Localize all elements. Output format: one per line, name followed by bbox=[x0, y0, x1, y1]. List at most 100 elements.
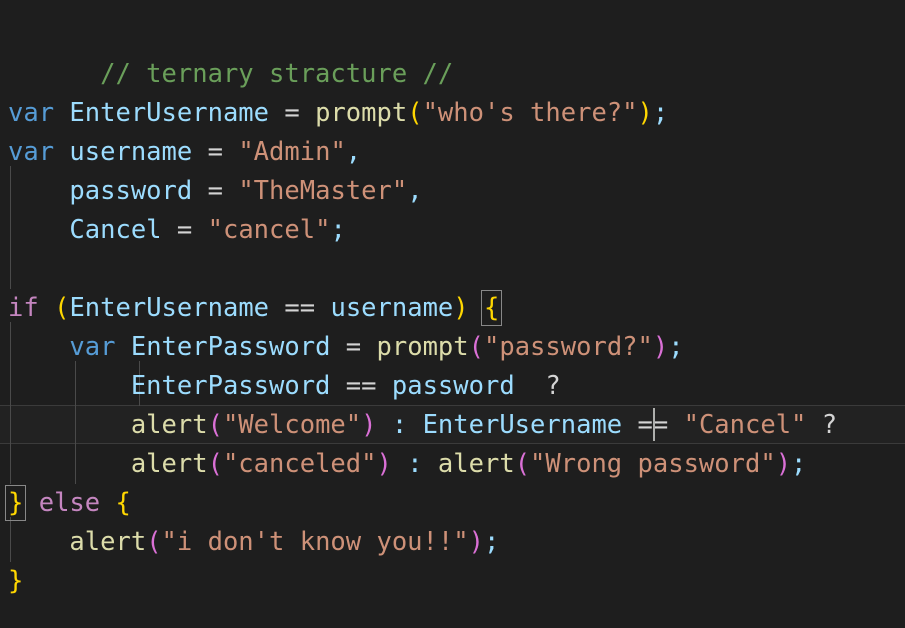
code-line-3[interactable]: var EnterUsername = prompt("who's there?… bbox=[0, 94, 905, 133]
string-cancel: "cancel" bbox=[207, 215, 331, 245]
operator-question: ? bbox=[821, 410, 838, 440]
paren-close: ) bbox=[468, 527, 484, 557]
paren-close: ) bbox=[652, 332, 669, 362]
operator-colon: : bbox=[391, 410, 408, 440]
semicolon: ; bbox=[330, 215, 346, 245]
code-line-9[interactable]: var EnterPassword = prompt("password?"); bbox=[0, 328, 905, 367]
paren-open: ( bbox=[146, 527, 162, 557]
paren-close: ) bbox=[361, 410, 377, 440]
code-line-11[interactable]: alert("Welcome") : EnterUsername == "Can… bbox=[0, 406, 905, 445]
paren-close: ) bbox=[775, 449, 792, 479]
identifier-enterusername: EnterUsername bbox=[69, 98, 270, 128]
function-alert: alert bbox=[130, 410, 208, 440]
paren-open: ( bbox=[407, 98, 423, 128]
function-prompt: prompt bbox=[376, 332, 469, 362]
operator-assign: = bbox=[176, 215, 193, 245]
code-line-7[interactable] bbox=[0, 250, 905, 289]
brace-open: { bbox=[115, 488, 131, 518]
paren-open: ( bbox=[468, 332, 484, 362]
operator-assign: = bbox=[207, 137, 223, 167]
code-line-6[interactable]: Cancel = "cancel"; bbox=[0, 211, 905, 250]
function-alert: alert bbox=[69, 527, 147, 557]
code-editor[interactable]: // ternary stracture // var EnterUsernam… bbox=[0, 0, 905, 628]
string-dont-know-you: "i don't know you!!" bbox=[161, 527, 469, 557]
string-canceled: "canceled" bbox=[222, 449, 377, 479]
identifier-password: password bbox=[69, 176, 193, 206]
string-whos-there: "who's there?" bbox=[422, 98, 638, 128]
keyword-var: var bbox=[8, 98, 55, 128]
operator-equality: == bbox=[345, 371, 377, 401]
identifier-enterpassword: EnterPassword bbox=[130, 371, 331, 401]
string-password-prompt: "password?" bbox=[484, 332, 653, 362]
identifier-cancel: Cancel bbox=[69, 215, 162, 245]
keyword-var: var bbox=[69, 332, 116, 362]
identifier-enterusername: EnterUsername bbox=[422, 410, 623, 440]
operator-colon: : bbox=[407, 449, 423, 479]
paren-open: ( bbox=[207, 449, 223, 479]
operator-assign: = bbox=[345, 332, 362, 362]
code-line-15[interactable]: } bbox=[0, 562, 905, 601]
comma: , bbox=[345, 137, 362, 167]
string-themaster: "TheMaster" bbox=[238, 176, 408, 206]
code-line-4[interactable]: var username = "Admin", bbox=[0, 133, 905, 172]
code-line-12[interactable]: alert("canceled") : alert("Wrong passwor… bbox=[0, 445, 905, 484]
operator-assign: = bbox=[284, 98, 300, 128]
string-welcome: "Welcome" bbox=[222, 410, 362, 440]
semicolon: ; bbox=[652, 98, 669, 128]
paren-close: ) bbox=[453, 293, 469, 323]
comma: , bbox=[407, 176, 423, 206]
string-wrong-password: "Wrong password" bbox=[530, 449, 776, 479]
brace-open-matched: { bbox=[480, 290, 503, 326]
brace-close-matched: } bbox=[4, 485, 27, 521]
code-line-2[interactable] bbox=[0, 55, 905, 94]
code-content[interactable]: // ternary stracture // var EnterUsernam… bbox=[0, 0, 905, 628]
code-line-13[interactable]: } else { bbox=[0, 484, 905, 523]
paren-open: ( bbox=[207, 410, 223, 440]
string-cancel-literal: "Cancel" bbox=[683, 410, 807, 440]
function-alert: alert bbox=[437, 449, 515, 479]
code-line-1[interactable]: // ternary stracture // bbox=[0, 16, 905, 89]
identifier-username: username bbox=[69, 137, 193, 167]
brace-close: } bbox=[8, 566, 24, 596]
code-line-8[interactable]: if (EnterUsername == username) { bbox=[0, 289, 905, 328]
semicolon: ; bbox=[483, 527, 500, 557]
text-caret bbox=[653, 408, 655, 441]
code-line-5[interactable]: password = "TheMaster", bbox=[0, 172, 905, 211]
code-line-10[interactable]: EnterPassword == password ? bbox=[0, 367, 905, 406]
string-admin: "Admin" bbox=[238, 137, 346, 167]
code-line-14[interactable]: alert("i don't know you!!"); bbox=[0, 523, 905, 562]
paren-close: ) bbox=[637, 98, 653, 128]
identifier-password: password bbox=[391, 371, 515, 401]
semicolon: ; bbox=[668, 332, 684, 362]
operator-question: ? bbox=[545, 371, 561, 401]
operator-assign: = bbox=[207, 176, 223, 206]
identifier-enterpassword: EnterPassword bbox=[130, 332, 331, 362]
